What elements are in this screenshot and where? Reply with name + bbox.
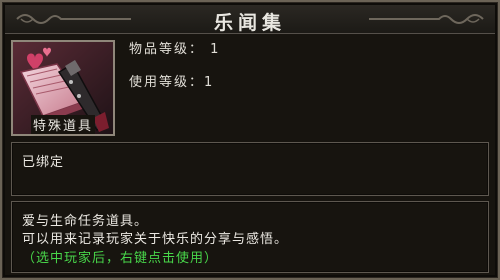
- description-line: 可以用来记录玩家关于快乐的分享与感悟。: [22, 232, 289, 247]
- usage-hint: （选中玩家后，右键点击使用）: [22, 251, 219, 266]
- description-line: 爱与生命任务道具。: [22, 214, 149, 229]
- description-panel: 爱与生命任务道具。 可以用来记录玩家关于快乐的分享与感悟。 （选中玩家后，右键点…: [11, 201, 489, 273]
- use-level-value: 1: [204, 75, 215, 90]
- item-level-row: 物品等级： 1: [129, 38, 220, 57]
- item-type: 特殊道具: [31, 115, 96, 134]
- item-level-value: 1: [210, 42, 221, 57]
- binding-status: 已绑定: [22, 155, 65, 170]
- item-tooltip: 乐闻集 特殊道具 物品等级： 1 使用等级：1 已绑定 爱与生命任务道具。 可以…: [0, 0, 500, 280]
- title-bar: 乐闻集: [5, 5, 495, 34]
- ornament-right-icon: [369, 14, 484, 24]
- use-level-row: 使用等级：1: [129, 71, 214, 90]
- binding-panel: 已绑定: [11, 142, 489, 196]
- item-level-label: 物品等级：: [129, 42, 205, 57]
- use-level-label: 使用等级：: [129, 75, 205, 90]
